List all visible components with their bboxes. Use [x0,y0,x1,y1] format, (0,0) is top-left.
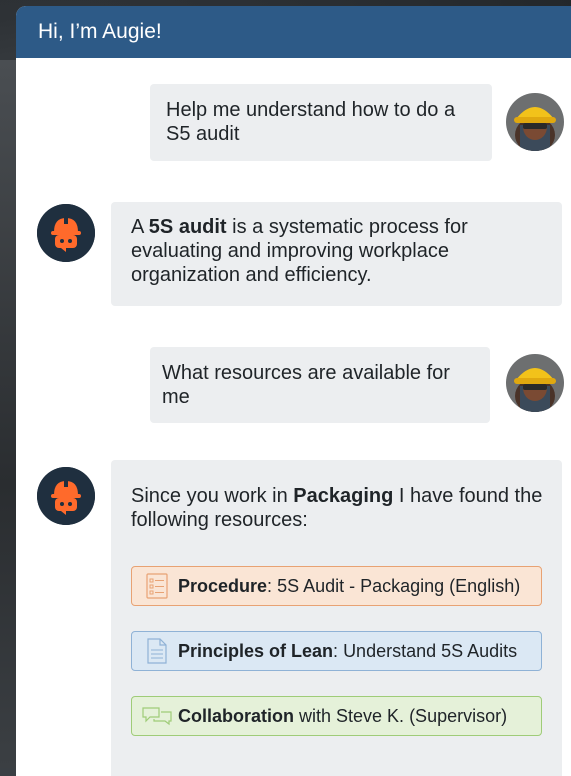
robot-helmet-icon [37,204,95,262]
user-avatar [506,354,564,412]
resource-separator: : [267,576,278,596]
document-icon [142,638,172,664]
resource-separator: : [333,641,344,661]
bot-avatar [37,467,95,525]
resource-description: Understand 5S Audits [343,641,518,661]
user-message: What resources are available for me [150,347,490,423]
bot-message-text-block: Since you work in Packaging I have found… [131,484,546,532]
user-message-text: What resources are available for me [162,362,450,408]
bot-message-bold: 5S audit [148,216,227,238]
resource-procedure-link[interactable]: Procedure: 5S Audit - Packaging (English… [131,566,542,606]
checklist-icon [142,573,172,599]
bot-message-resources: Since you work in Packaging I have found… [111,460,562,776]
resource-description: with Steve K. (Supervisor) [299,706,508,726]
bot-message-bold: Packaging [293,485,394,507]
chat-bubbles-icon [142,703,172,729]
robot-helmet-icon [37,467,95,525]
chat-panel: Hi, I’m Augie! Help me understand how to… [16,6,571,776]
chat-header: Hi, I’m Augie! [16,6,571,58]
chat-title: Hi, I’m Augie! [38,20,162,43]
user-photo-icon [506,354,564,412]
resource-collaboration-link[interactable]: Collaboration with Steve K. (Supervisor) [131,696,542,736]
bot-message: A 5S audit is a systematic process for e… [111,202,562,306]
bot-message-text: A [131,216,149,238]
user-photo-icon [506,93,564,151]
user-message-text: Help me understand how to do a S5 audit [166,99,456,145]
user-avatar [506,93,564,151]
resource-description: 5S Audit - Packaging (English) [277,576,521,596]
resource-title: Procedure [178,576,268,596]
resource-lean-link[interactable]: Principles of Lean: Understand 5S Audits [131,631,542,671]
resource-title: Principles of Lean [178,641,334,661]
resource-title: Collaboration [178,706,294,726]
bot-message-text: Since you work in [131,485,294,507]
user-message: Help me understand how to do a S5 audit [150,84,492,161]
bot-avatar [37,204,95,262]
